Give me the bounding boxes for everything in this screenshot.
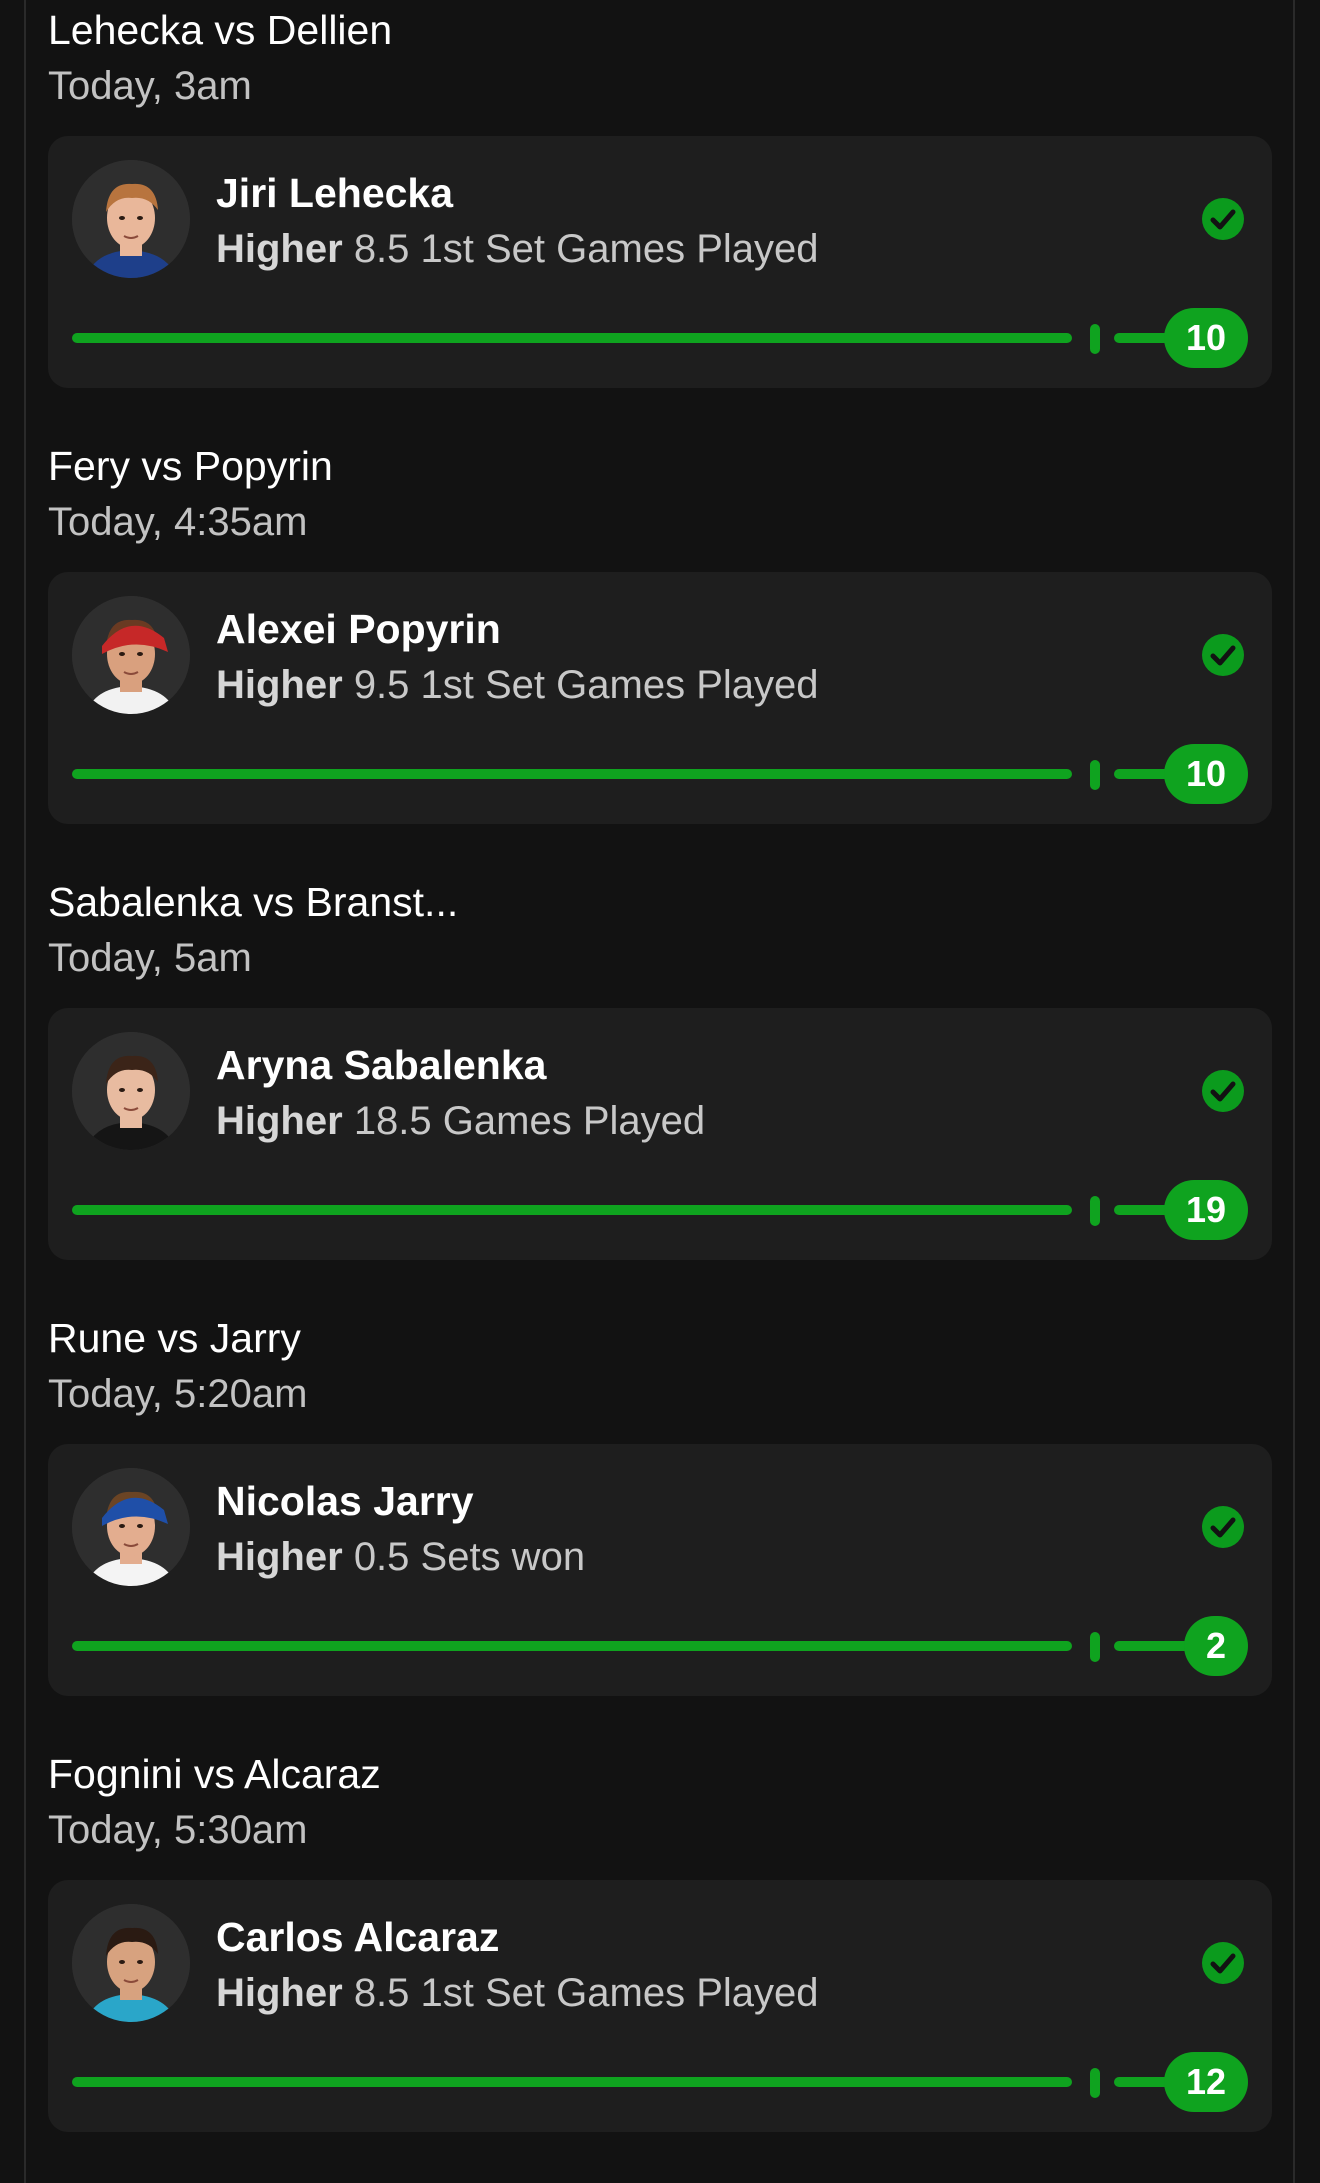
match-title[interactable]: Sabalenka vs Branst... xyxy=(48,878,458,926)
match-title[interactable]: Lehecka vs Dellien xyxy=(48,6,392,54)
result-badge: 2 xyxy=(1183,1616,1248,1676)
pick-direction: Higher xyxy=(216,227,343,271)
match-title[interactable]: Fery vs Popyrin xyxy=(48,442,333,490)
pick-card[interactable]: Aryna Sabalenka Higher 18.5 Games Played… xyxy=(48,1008,1272,1260)
pick-card[interactable]: Alexei Popyrin Higher 9.5 1st Set Games … xyxy=(48,572,1272,824)
check-icon xyxy=(1202,1506,1244,1548)
pick-line: Higher 8.5 1st Set Games Played xyxy=(216,1970,819,2016)
player-name: Nicolas Jarry xyxy=(216,1478,474,1524)
result-badge: 12 xyxy=(1163,2052,1248,2112)
player-avatar xyxy=(72,160,190,278)
pick-stat: 0.5 Sets won xyxy=(353,1535,586,1579)
match-time: Today, 5am xyxy=(48,936,252,980)
progress-track xyxy=(72,333,1072,343)
pick-stat: 9.5 1st Set Games Played xyxy=(353,663,819,707)
player-name: Alexei Popyrin xyxy=(216,606,501,652)
pick-line: Higher 9.5 1st Set Games Played xyxy=(216,662,819,708)
pick-card[interactable]: Nicolas Jarry Higher 0.5 Sets won 2 xyxy=(48,1444,1272,1696)
pick-direction: Higher xyxy=(216,1971,343,2015)
progress-track xyxy=(72,769,1072,779)
pick-direction: Higher xyxy=(216,1099,343,1143)
pick-line: Higher 18.5 Games Played xyxy=(216,1098,705,1144)
player-avatar xyxy=(72,596,190,714)
player-name: Aryna Sabalenka xyxy=(216,1042,547,1088)
line-marker xyxy=(1090,1196,1100,1226)
progress-track xyxy=(72,2077,1072,2087)
match-time: Today, 3am xyxy=(48,64,252,108)
pick-direction: Higher xyxy=(216,1535,343,1579)
pick-stat: 8.5 1st Set Games Played xyxy=(353,227,819,271)
player-name: Carlos Alcaraz xyxy=(216,1914,500,1960)
match-time: Today, 4:35am xyxy=(48,500,308,544)
pick-line: Higher 0.5 Sets won xyxy=(216,1534,585,1580)
check-icon xyxy=(1202,198,1244,240)
pick-stat: 18.5 Games Played xyxy=(353,1099,706,1143)
left-border xyxy=(24,0,26,2183)
pick-card[interactable]: Carlos Alcaraz Higher 8.5 1st Set Games … xyxy=(48,1880,1272,2132)
player-avatar xyxy=(72,1032,190,1150)
line-marker xyxy=(1090,324,1100,354)
check-icon xyxy=(1202,1942,1244,1984)
right-border xyxy=(1293,0,1295,2183)
line-marker xyxy=(1090,2068,1100,2098)
match-time: Today, 5:30am xyxy=(48,1808,308,1852)
player-avatar xyxy=(72,1904,190,2022)
match-title[interactable]: Fognini vs Alcaraz xyxy=(48,1750,381,1798)
pick-stat: 8.5 1st Set Games Played xyxy=(353,1971,819,2015)
pick-line: Higher 8.5 1st Set Games Played xyxy=(216,226,819,272)
line-marker xyxy=(1090,1632,1100,1662)
progress-track xyxy=(72,1641,1072,1651)
pick-card[interactable]: Jiri Lehecka Higher 8.5 1st Set Games Pl… xyxy=(48,136,1272,388)
player-name: Jiri Lehecka xyxy=(216,170,454,216)
match-time: Today, 5:20am xyxy=(48,1372,308,1416)
match-title[interactable]: Rune vs Jarry xyxy=(48,1314,301,1362)
result-badge: 10 xyxy=(1163,308,1248,368)
progress-track xyxy=(72,1205,1072,1215)
result-badge: 10 xyxy=(1163,744,1248,804)
line-marker xyxy=(1090,760,1100,790)
pick-direction: Higher xyxy=(216,663,343,707)
check-icon xyxy=(1202,1070,1244,1112)
result-badge: 19 xyxy=(1163,1180,1248,1240)
player-avatar xyxy=(72,1468,190,1586)
check-icon xyxy=(1202,634,1244,676)
